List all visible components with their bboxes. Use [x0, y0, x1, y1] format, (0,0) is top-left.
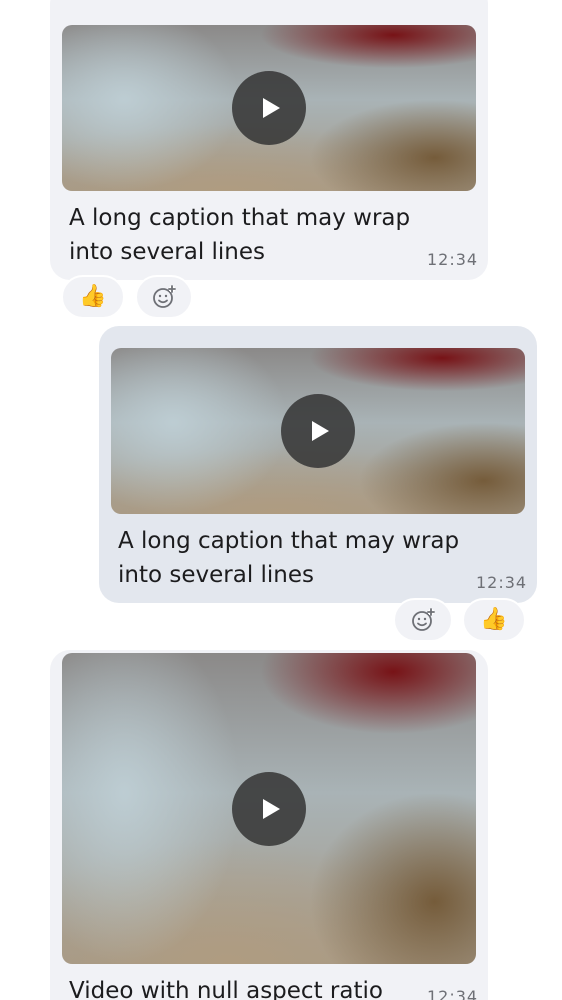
play-icon — [312, 421, 329, 441]
message-caption: A long caption that may wrap into severa… — [69, 205, 411, 265]
message-caption: A long caption that may wrap into severa… — [118, 528, 460, 588]
reaction-thumbs-up[interactable]: 👍 — [462, 598, 526, 642]
video-message-incoming[interactable]: Video with null aspect ratio 12:34 — [50, 650, 488, 1000]
video-thumbnail[interactable] — [111, 348, 525, 514]
play-button[interactable] — [232, 771, 306, 846]
play-icon — [263, 98, 280, 118]
play-button[interactable] — [281, 394, 355, 468]
message-time: 12:34 — [427, 250, 479, 269]
add-reaction-button[interactable] — [135, 275, 193, 319]
play-button[interactable] — [232, 71, 306, 145]
video-thumbnail[interactable] — [62, 653, 476, 964]
video-thumbnail[interactable] — [62, 25, 476, 191]
video-message-incoming[interactable]: A long caption that may wrap into severa… — [50, 0, 488, 280]
reaction-thumbs-up[interactable]: 👍 — [61, 275, 125, 319]
play-icon — [263, 798, 280, 819]
add-reaction-icon — [412, 608, 435, 631]
add-reaction-button[interactable] — [393, 598, 453, 642]
message-time: 12:34 — [476, 573, 528, 592]
message-caption: Video with null aspect ratio — [69, 978, 383, 1000]
video-message-outgoing[interactable]: A long caption that may wrap into severa… — [99, 326, 537, 603]
thumbs-up-icon: 👍 — [480, 607, 508, 632]
chat-screen: A long caption that may wrap into severa… — [0, 0, 562, 1000]
thumbs-up-icon: 👍 — [79, 284, 107, 309]
add-reaction-icon — [153, 285, 176, 308]
message-time: 12:34 — [427, 987, 479, 1000]
